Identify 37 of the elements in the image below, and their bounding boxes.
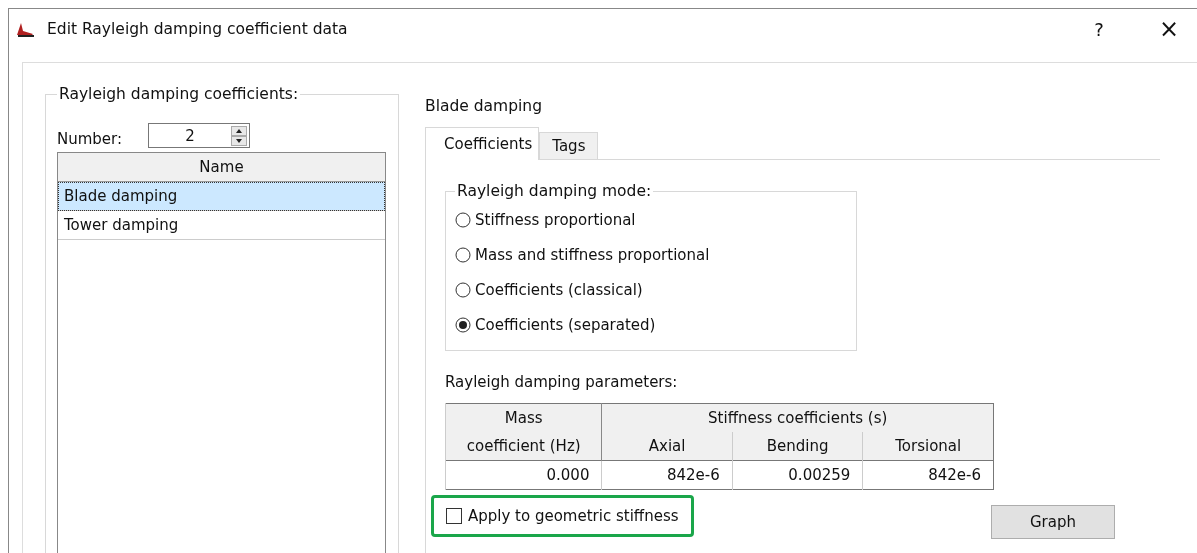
table-cell[interactable]: 842e-6 [601, 460, 733, 490]
radio-label[interactable]: Coefficients (classical) [475, 280, 643, 299]
checkbox-label[interactable]: Apply to geometric stiffness [468, 507, 679, 525]
group-title: Rayleigh damping mode: [456, 182, 653, 200]
radio-button[interactable] [455, 211, 471, 228]
table-cell[interactable]: 0.000 [445, 460, 602, 490]
parameters-label: Rayleigh damping parameters: [445, 373, 679, 393]
radio-label[interactable]: Coefficients (separated) [475, 315, 656, 334]
radio-label[interactable]: Mass and stiffness proportional [475, 245, 710, 264]
checkbox[interactable] [446, 508, 462, 524]
radio-button[interactable] [455, 316, 471, 333]
table-cell[interactable]: 842e-6 [862, 460, 994, 490]
tab[interactable]: Coefficients [425, 127, 540, 160]
column-header: Torsional [862, 432, 994, 461]
radio-button[interactable] [455, 281, 471, 298]
column-header: Bending [732, 432, 863, 461]
table-cell[interactable]: 0.00259 [732, 460, 863, 490]
close-button[interactable]: × [1141, 15, 1197, 43]
column-header: Mass [445, 403, 602, 432]
number-label: Number: [57, 130, 123, 148]
tab[interactable]: Tags [539, 132, 599, 160]
list-item[interactable]: Tower damping [58, 211, 385, 240]
radio-label[interactable]: Stiffness proportional [475, 210, 636, 229]
window-title: Edit Rayleigh damping coefficient data [47, 20, 349, 38]
section-title: Blade damping [425, 97, 543, 117]
number-spinbox[interactable]: 2 [148, 123, 251, 148]
help-button[interactable]: ? [1071, 18, 1127, 40]
app-icon [15, 21, 35, 37]
list-item[interactable]: Blade damping [58, 182, 385, 211]
column-header: Axial [601, 432, 733, 461]
column-header: Stiffness coefficients (s) [601, 403, 994, 432]
group-title: Rayleigh damping coefficients: [58, 85, 300, 103]
column-header: coefficient (Hz) [445, 432, 602, 461]
spin-arrows-icon[interactable] [231, 125, 248, 146]
column-header: Name [58, 153, 385, 182]
graph-button[interactable]: Graph [991, 505, 1115, 539]
radio-button[interactable] [455, 246, 471, 263]
